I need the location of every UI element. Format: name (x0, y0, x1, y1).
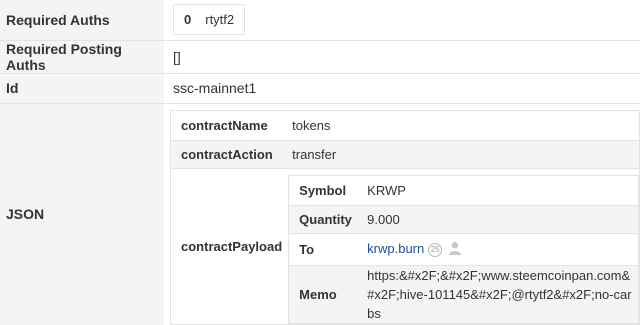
user-icon[interactable] (448, 241, 462, 258)
operation-details-table: Required Auths 0 rtytf2 Required Posting … (0, 0, 640, 325)
to-account-link[interactable]: krwp.burn (367, 241, 424, 256)
row-contract-payload: contractPayload Symbol KRWP Quantity 9.0… (170, 167, 640, 324)
payload-table: Symbol KRWP Quantity 9.000 To krwp.burn … (288, 174, 639, 324)
symbol-value: KRWP (367, 182, 406, 198)
row-id: Id ssc-mainnet1 (0, 72, 640, 103)
json-table: contractName tokens contractAction trans… (170, 109, 640, 325)
row-memo: Memo https:&#x2F;&#x2F;www.steemcoinpan.… (288, 264, 639, 323)
contract-name-label: contractName (170, 110, 283, 140)
required-posting-auths-label: Required Posting Auths (0, 39, 164, 73)
row-contract-action: contractAction transfer (170, 139, 640, 168)
contract-action-value: transfer (282, 139, 640, 168)
memo-label: Memo (288, 264, 358, 323)
required-auths-label: Required Auths (0, 0, 164, 40)
row-required-posting-auths: Required Posting Auths [] (0, 39, 640, 73)
contract-payload-label: contractPayload (170, 167, 283, 324)
row-symbol: Symbol KRWP (288, 175, 639, 205)
id-label: Id (0, 72, 164, 103)
row-to: To krwp.burn 25 (288, 232, 639, 265)
symbol-label: Symbol (288, 175, 358, 205)
auth-account: rtytf2 (205, 12, 235, 28)
contract-name-value: tokens (292, 117, 331, 133)
auth-index: 0 (184, 12, 192, 28)
row-json: JSON contractName tokens contractAction … (0, 102, 640, 325)
to-label: To (288, 232, 358, 265)
reputation-badge: 25 (428, 242, 443, 257)
required-auths-box: 0 rtytf2 (173, 4, 246, 36)
contract-action-label: contractAction (170, 139, 283, 168)
row-quantity: Quantity 9.000 (288, 204, 639, 233)
quantity-label: Quantity (288, 204, 358, 233)
row-contract-name: contractName tokens (170, 110, 640, 140)
required-posting-auths-value: [] (164, 39, 640, 73)
row-required-auths: Required Auths 0 rtytf2 (0, 0, 640, 40)
id-value: ssc-mainnet1 (164, 72, 640, 103)
quantity-value: 9.000 (357, 204, 639, 233)
memo-value: https:&#x2F;&#x2F;www.steemcoinpan.com&#… (357, 264, 639, 323)
json-label: JSON (0, 102, 164, 325)
